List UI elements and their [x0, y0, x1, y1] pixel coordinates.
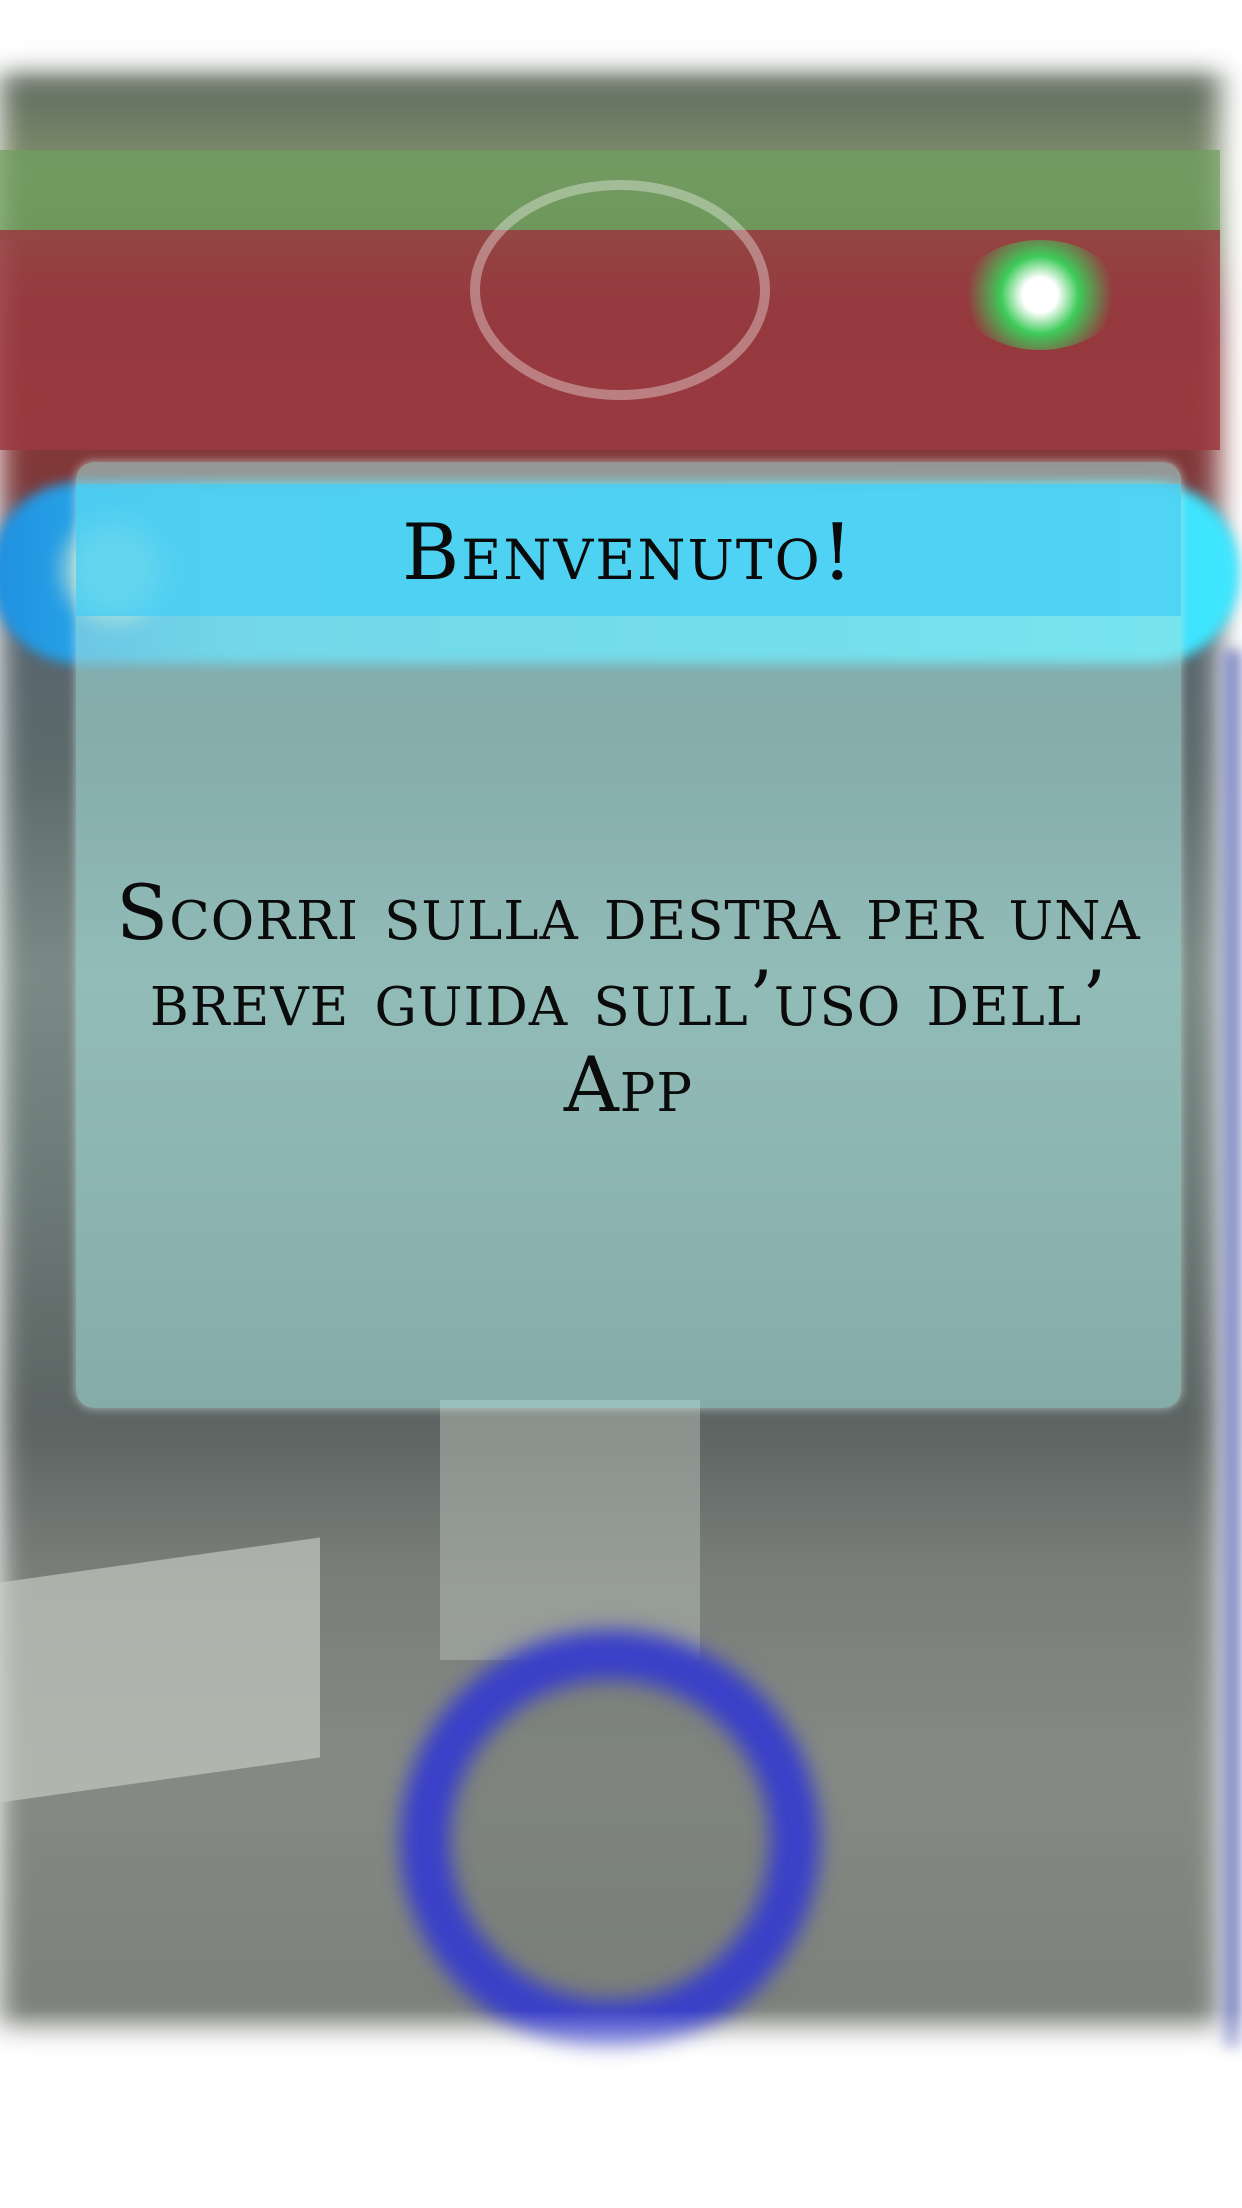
welcome-dialog-header: Benvenuto!: [76, 484, 1181, 616]
app-screen: Benvenuto! Scorri sulla destra per una b…: [0, 0, 1242, 2208]
bottom-fade: [0, 2010, 1242, 2208]
blurred-action-ring-button: [400, 1630, 820, 2050]
welcome-dialog[interactable]: Benvenuto! Scorri sulla destra per una b…: [76, 462, 1181, 1408]
blurred-logo: [470, 180, 770, 400]
top-fade: [0, 0, 1242, 80]
welcome-message: Scorri sulla destra per una breve guida …: [116, 868, 1141, 1129]
blurred-building-center: [440, 1400, 700, 1660]
welcome-title: Benvenuto!: [401, 508, 856, 598]
blurred-status-indicator: [960, 240, 1120, 350]
blurred-side-panel-edge: [1222, 650, 1242, 2050]
blurred-building: [0, 1537, 320, 1803]
